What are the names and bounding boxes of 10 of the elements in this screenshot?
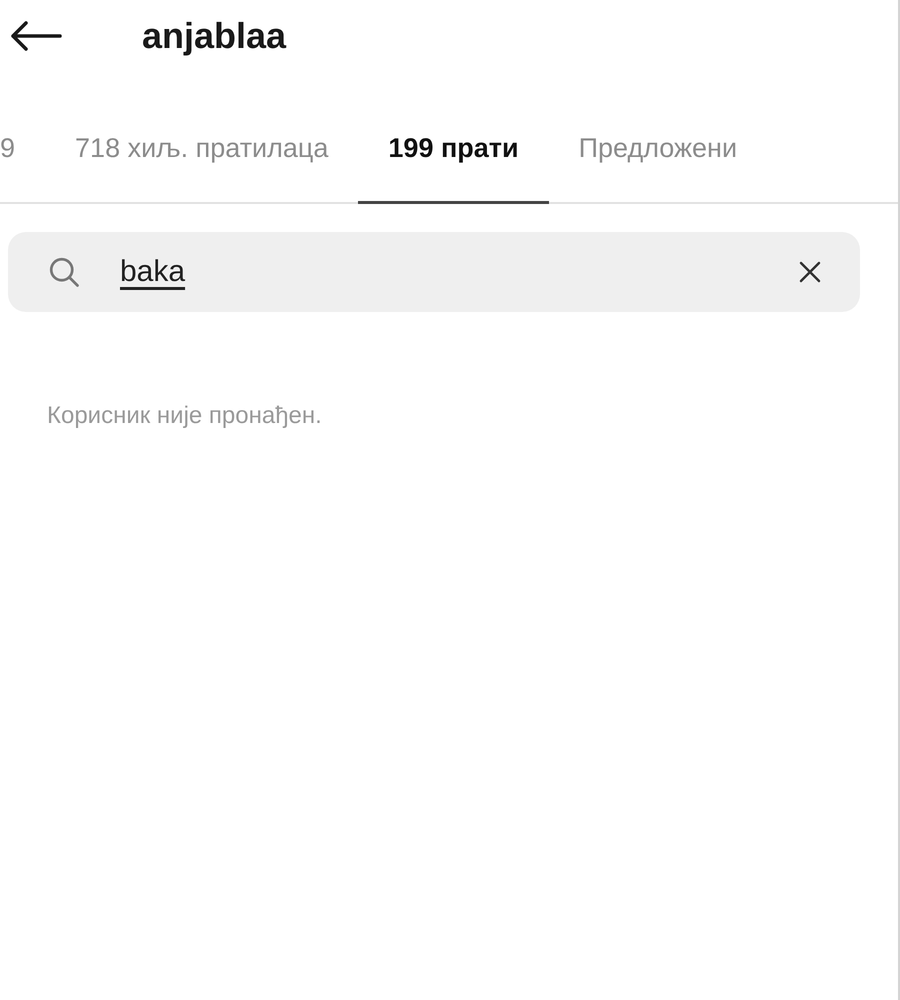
tab[interactable]: Предложени xyxy=(548,124,768,204)
tab[interactable]: 718 хиљ. пратилаца xyxy=(45,124,358,204)
close-icon xyxy=(798,260,822,284)
search-field[interactable]: baka xyxy=(8,232,860,312)
back-arrow-icon xyxy=(10,21,62,51)
username-title: anjablaa xyxy=(142,14,286,58)
search-text: baka xyxy=(120,254,186,290)
tab[interactable]: 9 xyxy=(0,124,46,204)
tab[interactable]: 199 прати xyxy=(358,124,549,204)
empty-message: Корисник није пронађен. xyxy=(47,402,322,428)
